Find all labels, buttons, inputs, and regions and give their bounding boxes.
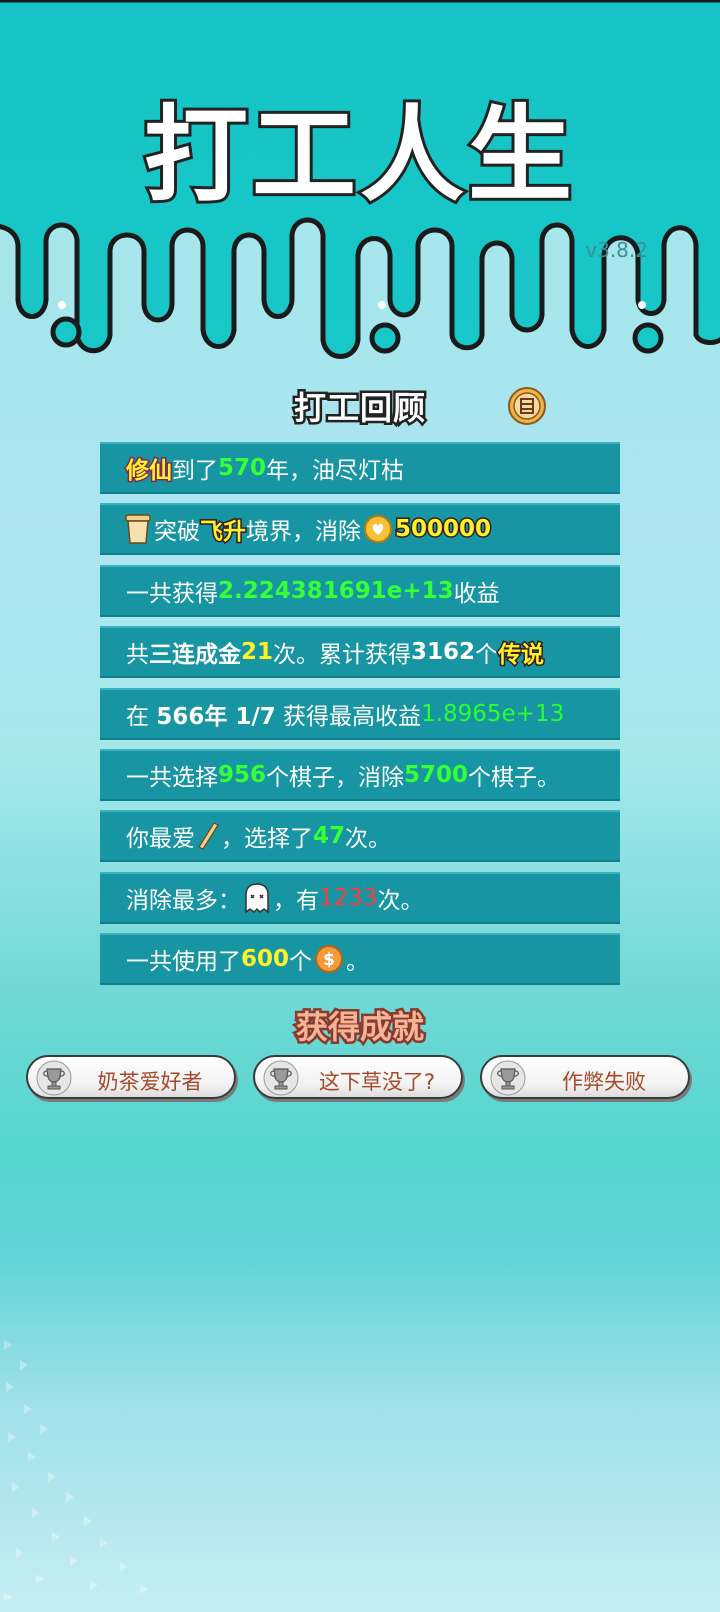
- row-text: 到了: [172, 458, 218, 484]
- achievement-label: 作弊失败: [562, 1070, 646, 1094]
- trophy-icon: [490, 1060, 526, 1096]
- version-label: v3.8.2: [585, 238, 648, 262]
- game-title: 打工人生: [141, 91, 576, 219]
- ascension-tag: 飞升: [199, 518, 248, 547]
- svg-text:$: $: [323, 950, 335, 970]
- row-text: 收益: [453, 580, 500, 607]
- review-row-best-income: 在 566年 1/7 获得最高收益 1.8965e+13: [100, 687, 620, 740]
- background-triangle-pattern: [4, 1340, 148, 1602]
- achievement-badge[interactable]: 这下草没了?: [253, 1055, 463, 1099]
- review-row-most-cleared: 消除最多： ，有 1233 次。: [100, 871, 620, 924]
- row-text: 次。累计获得: [273, 642, 412, 669]
- row-text: 个: [475, 642, 499, 669]
- row-text: 。: [346, 949, 370, 976]
- review-list: 修仙 到了 570 年，油尽灯枯 突破 飞升 境界，消除 500000 一共获得…: [100, 442, 620, 995]
- row-text: 一共选择: [126, 764, 218, 791]
- row-text: ，有: [273, 887, 319, 914]
- achievement-badge[interactable]: 作弊失败: [480, 1055, 690, 1099]
- row-text: ，选择了: [221, 826, 313, 853]
- achievement-label: 奶茶爱好者: [97, 1070, 203, 1094]
- income-value: 2.224381691e+13: [218, 577, 454, 604]
- row-text: 境界，消除: [246, 519, 361, 546]
- cultivation-tag: 修仙: [125, 457, 174, 486]
- achievement-label: 这下草没了?: [318, 1070, 436, 1094]
- review-row-coins-used: 一共使用了 600 个 $ 。: [100, 933, 620, 986]
- header: 打工人生 v3.8.2: [0, 0, 720, 380]
- stamp-icon[interactable]: [507, 386, 547, 426]
- row-text: 一共使用了: [126, 949, 241, 976]
- row-text: 一共获得: [126, 580, 218, 607]
- row-text: 次。: [377, 887, 424, 914]
- cleared-count: 5700: [404, 761, 469, 788]
- most-cleared-count: 1233: [319, 884, 378, 911]
- row-text: 消除最多：: [126, 887, 241, 914]
- achievement-badge[interactable]: 奶茶爱好者: [26, 1055, 236, 1099]
- best-income-value: 1.8965e+13: [421, 700, 565, 727]
- achievements-title: 获得成就: [293, 1006, 426, 1049]
- review-row-triple: 共 三连成金 21 次。累计获得 3162 个 传说: [100, 626, 620, 679]
- review-title: 打工回顾: [291, 387, 427, 430]
- coins-used-count: 600: [241, 946, 290, 973]
- row-text: 你最爱: [126, 826, 195, 853]
- triple-gold-label: 三连成金: [149, 642, 241, 669]
- stick-icon: [198, 822, 219, 851]
- years-value: 570: [218, 455, 267, 481]
- row-text: 获得最高收益: [275, 703, 422, 730]
- best-date: 566年 1/7: [156, 703, 276, 730]
- dollar-coin-icon: $: [315, 945, 344, 974]
- row-text: 突破: [154, 519, 200, 546]
- ghost-icon: [245, 882, 269, 914]
- favorite-count: 47: [313, 823, 346, 850]
- cleared-value: 500000: [393, 515, 492, 544]
- row-text: 个棋子，消除: [266, 764, 405, 791]
- row-text: 个棋子。: [468, 764, 561, 791]
- triple-count: 21: [241, 639, 274, 666]
- review-row-total-income: 一共获得 2.224381691e+13 收益: [100, 564, 620, 617]
- legend-tag: 传说: [497, 641, 546, 670]
- row-text: 次。: [345, 826, 392, 853]
- review-row-lifespan: 修仙 到了 570 年，油尽灯枯: [100, 442, 620, 494]
- review-row-breakthrough: 突破 飞升 境界，消除 500000: [100, 503, 620, 556]
- review-row-pieces: 一共选择 956 个棋子，消除 5700 个棋子。: [100, 748, 620, 801]
- achievements-list: 奶茶爱好者 这下草没了? 作弊失败: [26, 1055, 694, 1103]
- heart-coin-icon: [364, 515, 392, 544]
- row-text: 在: [126, 703, 157, 730]
- trophy-icon: [36, 1060, 72, 1096]
- row-text: 共: [126, 642, 149, 669]
- selected-count: 956: [218, 761, 267, 788]
- row-text: 个: [289, 949, 313, 976]
- legend-count: 3162: [411, 639, 476, 666]
- row-text: 年，油尽灯枯: [266, 458, 405, 484]
- bucket-icon: [125, 514, 151, 545]
- trophy-icon: [263, 1060, 299, 1096]
- review-row-favorite: 你最爱 ，选择了 47 次。: [100, 810, 620, 863]
